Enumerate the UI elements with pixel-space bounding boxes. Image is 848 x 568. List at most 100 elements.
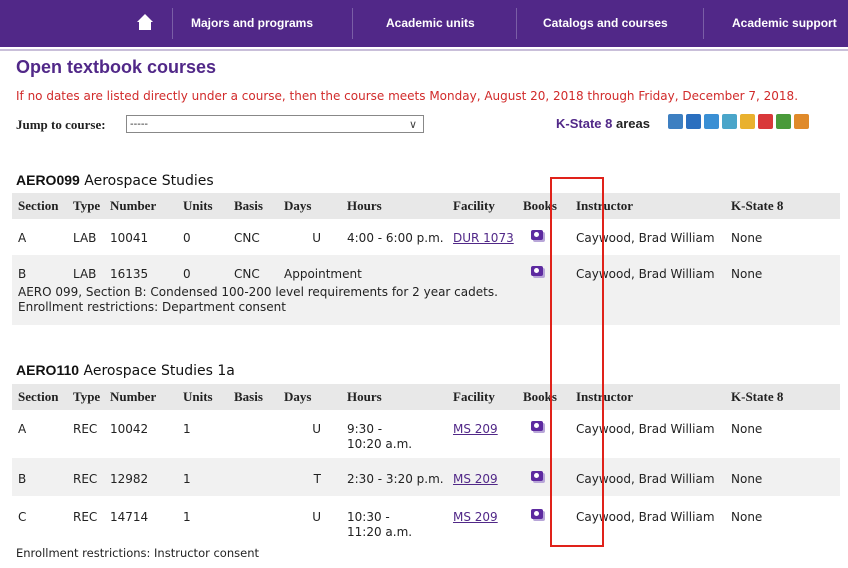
col-basis: Basis <box>228 193 278 219</box>
date-notice: If no dates are listed directly under a … <box>16 89 799 103</box>
empirical-icon[interactable] <box>686 114 701 129</box>
aesthetic-icon[interactable] <box>668 114 683 129</box>
natural-physical-icon[interactable] <box>776 114 791 129</box>
section-cell: B <box>12 255 67 283</box>
hours-cell: 4:00 - 6:00 p.m. <box>347 231 444 245</box>
table-header-row: Section Type Number Units Basis Days Hou… <box>12 193 840 219</box>
col-number: Number <box>104 384 177 410</box>
ethical-icon[interactable] <box>704 114 719 129</box>
nav-academic-support[interactable]: Academic support <box>732 0 837 47</box>
hours-cell: 2:30 - 3:20 p.m. <box>341 458 447 496</box>
col-section: Section <box>12 384 67 410</box>
social-icon[interactable] <box>794 114 809 129</box>
col-instructor: Instructor <box>570 384 725 410</box>
nav-divider <box>703 8 704 39</box>
basis-cell: CNC <box>228 255 278 283</box>
col-facility: Facility <box>447 384 517 410</box>
nav-majors-and-programs[interactable]: Majors and programs <box>191 0 313 47</box>
col-units: Units <box>177 193 228 219</box>
course-code: AERO099 <box>16 172 80 188</box>
units-cell: 0 <box>183 231 191 245</box>
col-days: Days <box>278 193 341 219</box>
col-units: Units <box>177 384 228 410</box>
instructor-cell: Caywood, Brad William <box>576 231 715 245</box>
top-navigation: Majors and programs Academic units Catal… <box>0 0 848 49</box>
k8-brand: K-State 8 <box>556 116 613 131</box>
number-cell: 14714 <box>110 510 149 524</box>
course-code: AERO110 <box>16 362 80 378</box>
hours-cell-cont: 10:20 a.m. <box>347 437 413 451</box>
books-icon[interactable] <box>531 230 543 240</box>
global-icon[interactable] <box>722 114 737 129</box>
books-icon[interactable] <box>531 471 543 481</box>
instructor-cell: Caywood, Brad William <box>570 458 725 496</box>
type-cell: REC <box>73 422 98 436</box>
days-cell: Appointment <box>278 255 517 283</box>
col-basis: Basis <box>228 384 278 410</box>
nav-divider <box>352 8 353 39</box>
col-days: Days <box>278 384 341 410</box>
nav-academic-units[interactable]: Academic units <box>386 0 475 47</box>
facility-link[interactable]: MS 209 <box>453 510 498 524</box>
historical-icon[interactable] <box>740 114 755 129</box>
table-row: B LAB 16135 0 CNC Appointment Caywood, B… <box>12 255 840 283</box>
section-cell: A <box>18 422 27 436</box>
k8-cell: None <box>731 422 763 436</box>
section-cell: A <box>18 231 27 245</box>
course-heading-aero099: AERO099 Aerospace Studies <box>16 172 214 189</box>
k8-cell: None <box>731 510 763 524</box>
chevron-down-icon: ∨ <box>408 118 417 131</box>
k8-cell: None <box>725 458 840 496</box>
type-cell: REC <box>67 458 104 496</box>
basis-cell <box>228 458 278 496</box>
nav-divider <box>516 8 517 39</box>
number-cell: 12982 <box>104 458 177 496</box>
k8-cell: None <box>731 231 763 245</box>
col-number: Number <box>104 193 177 219</box>
facility-link[interactable]: DUR 1073 <box>453 231 514 245</box>
basis-cell <box>228 496 278 544</box>
k8-areas-text: areas <box>612 116 650 131</box>
col-facility: Facility <box>447 193 517 219</box>
home-icon[interactable] <box>136 13 154 31</box>
days-cell: U <box>312 422 321 436</box>
page-title: Open textbook courses <box>16 57 217 77</box>
table-row: A REC 10042 1 U 9:30 -10:20 a.m. MS 209 … <box>12 410 840 458</box>
k-state-8-areas-label: K-State 8 areas <box>556 116 650 131</box>
human-diversity-icon[interactable] <box>758 114 773 129</box>
col-type: Type <box>67 384 104 410</box>
books-icon[interactable] <box>531 509 543 519</box>
jump-selected-value: ----- <box>130 119 149 130</box>
course-heading-aero110: AERO110 Aerospace Studies 1a <box>16 362 235 379</box>
books-icon[interactable] <box>531 421 543 431</box>
col-hours: Hours <box>341 193 447 219</box>
jump-to-course-label: Jump to course: <box>16 117 106 132</box>
instructor-cell: Caywood, Brad William <box>570 255 725 283</box>
section-cell: B <box>12 458 67 496</box>
units-cell: 1 <box>177 458 228 496</box>
type-cell: REC <box>73 510 98 524</box>
table-header-row: Section Type Number Units Basis Days Hou… <box>12 384 840 410</box>
facility-link[interactable]: MS 209 <box>453 422 498 436</box>
hours-cell: 9:30 - <box>347 422 383 436</box>
hours-cell: 10:30 - <box>347 510 390 524</box>
books-icon[interactable] <box>531 266 543 276</box>
section-note: AERO 099, Section B: Condensed 100-200 l… <box>18 285 498 299</box>
number-cell: 10041 <box>110 231 149 245</box>
col-books: Books <box>517 384 570 410</box>
table-row: C REC 14714 1 U 10:30 -11:20 a.m. MS 209… <box>12 496 840 544</box>
nav-divider <box>172 8 173 39</box>
days-cell: U <box>312 510 321 524</box>
k8-cell: None <box>725 255 840 283</box>
col-instructor: Instructor <box>570 193 725 219</box>
nav-catalogs-and-courses[interactable]: Catalogs and courses <box>543 0 668 47</box>
col-hours: Hours <box>341 384 447 410</box>
instructor-cell: Caywood, Brad William <box>576 510 715 524</box>
sections-table-aero099: Section Type Number Units Basis Days Hou… <box>12 193 840 325</box>
course-name: Aerospace Studies 1a <box>83 363 235 379</box>
col-section: Section <box>12 193 67 219</box>
hours-cell-cont: 11:20 a.m. <box>347 525 413 539</box>
units-cell: 1 <box>183 510 191 524</box>
facility-link[interactable]: MS 209 <box>453 472 498 486</box>
jump-to-course-select[interactable]: ----- ∨ <box>126 115 424 133</box>
